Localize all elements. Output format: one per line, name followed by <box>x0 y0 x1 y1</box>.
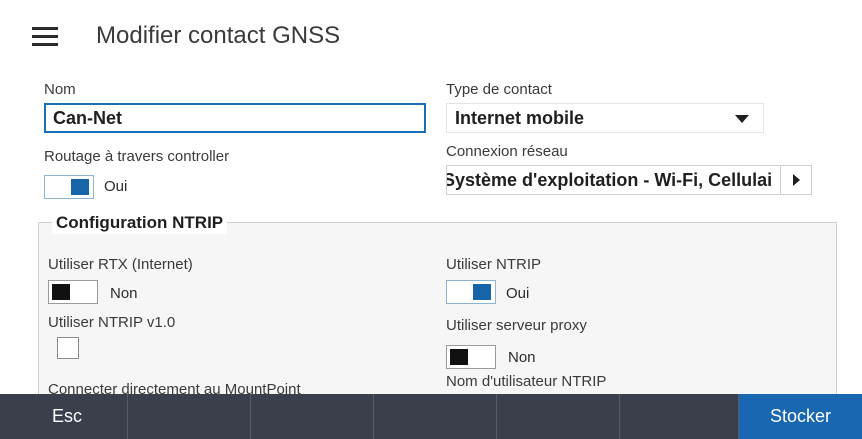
store-button[interactable]: Stocker <box>739 394 862 439</box>
softkey-empty-1[interactable] <box>128 394 251 439</box>
use-ntrip-toggle[interactable] <box>446 280 496 304</box>
use-ntrip-toggle-text: Oui <box>506 285 530 302</box>
network-label: Connexion réseau <box>446 143 568 160</box>
page-title: Modifier contact GNSS <box>96 22 341 49</box>
chevron-down-icon <box>735 115 749 123</box>
use-ntrip-v1-checkbox[interactable] <box>57 337 79 359</box>
use-rtx-toggle-text: Non <box>110 285 138 302</box>
network-select-button[interactable] <box>780 166 811 194</box>
name-input[interactable] <box>44 103 426 133</box>
use-proxy-toggle[interactable] <box>446 345 496 369</box>
ntrip-username-label: Nom d'utilisateur NTRIP <box>446 373 607 390</box>
contact-type-value: Internet mobile <box>455 108 585 128</box>
network-connection-value: Système d'exploitation - Wi-Fi, Cellulai <box>447 170 773 190</box>
network-connection-field[interactable]: Système d'exploitation - Wi-Fi, Cellulai <box>446 165 812 195</box>
softkey-empty-2[interactable] <box>251 394 374 439</box>
use-ntrip-label: Utiliser NTRIP <box>446 256 542 273</box>
toggle-knob <box>52 284 70 300</box>
softkey-empty-5[interactable] <box>620 394 739 439</box>
routing-toggle-text: Oui <box>104 178 128 195</box>
ntrip-config-group <box>38 222 837 402</box>
use-proxy-label: Utiliser serveur proxy <box>446 317 587 334</box>
ntrip-group-title: Configuration NTRIP <box>52 212 228 234</box>
softkey-empty-3[interactable] <box>374 394 497 439</box>
routing-toggle[interactable] <box>44 175 94 199</box>
toggle-knob <box>473 284 491 300</box>
use-proxy-toggle-text: Non <box>508 349 536 366</box>
softkey-empty-4[interactable] <box>497 394 620 439</box>
name-label: Nom <box>44 81 76 98</box>
toggle-knob <box>450 349 468 365</box>
contact-type-label: Type de contact <box>446 81 552 98</box>
routing-label: Routage à travers controller <box>44 148 230 165</box>
toggle-knob <box>71 179 89 195</box>
use-ntrip-v1-label: Utiliser NTRIP v1.0 <box>48 314 176 331</box>
chevron-right-icon <box>793 174 800 186</box>
bottom-action-bar: Esc Stocker <box>0 394 862 439</box>
use-rtx-toggle[interactable] <box>48 280 98 304</box>
contact-type-dropdown[interactable]: Internet mobile <box>446 103 764 133</box>
use-rtx-label: Utiliser RTX (Internet) <box>48 256 193 273</box>
hamburger-menu-icon[interactable] <box>28 25 64 51</box>
esc-button[interactable]: Esc <box>0 394 128 439</box>
